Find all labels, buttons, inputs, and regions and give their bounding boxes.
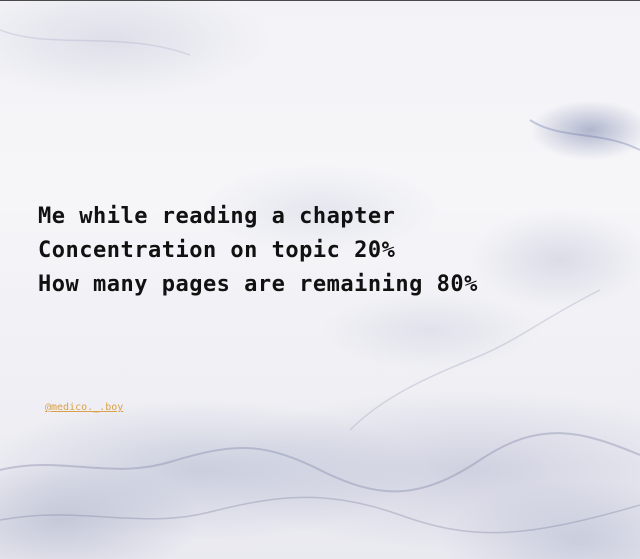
meme-caption: Me while reading a chapter Concentration…: [38, 200, 478, 302]
caption-line-2: Concentration on topic 20%: [38, 238, 396, 263]
author-handle[interactable]: @medico._.boy: [45, 402, 123, 413]
top-border: [0, 0, 640, 1]
caption-line-3: How many pages are remaining 80%: [38, 272, 478, 297]
caption-line-1: Me while reading a chapter: [38, 204, 396, 229]
